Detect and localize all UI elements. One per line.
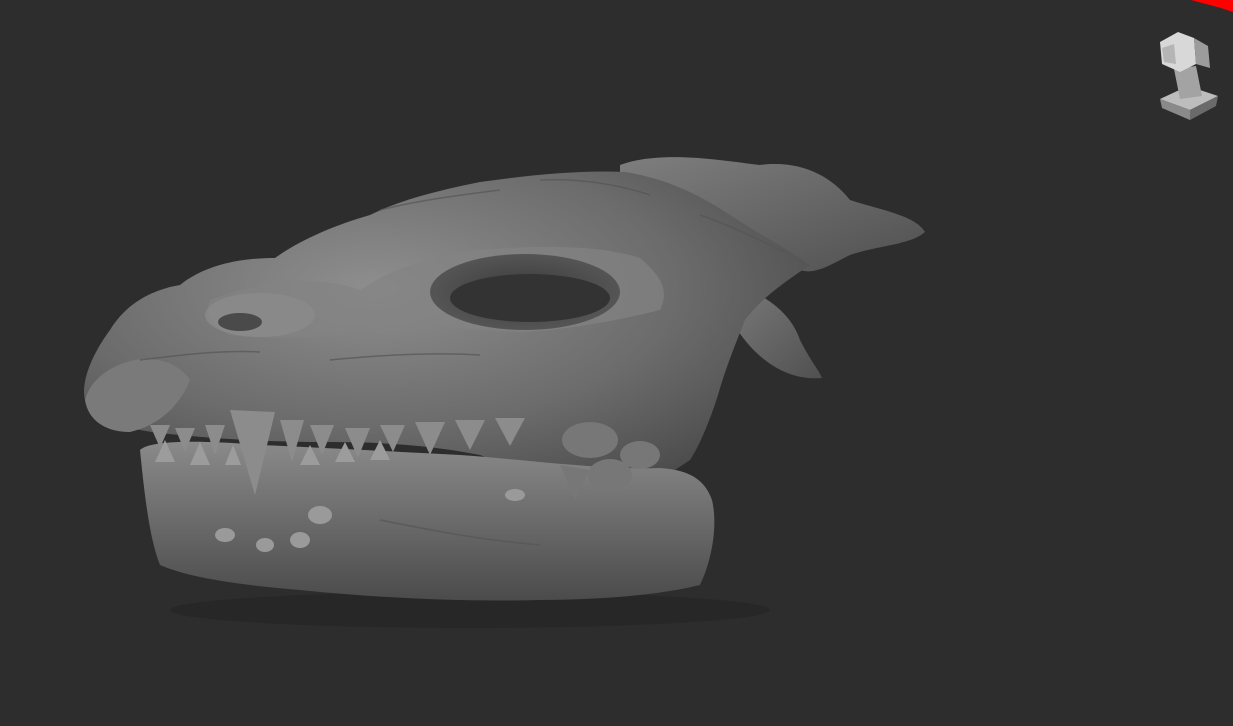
nostril-ridge — [205, 293, 315, 337]
red-corner-marker — [1191, 0, 1233, 12]
nostril-hole — [218, 313, 262, 331]
dragon-skull-model[interactable] — [0, 0, 1233, 726]
head-orientation-icon[interactable] — [1150, 24, 1226, 124]
3d-viewport[interactable] — [0, 0, 1233, 726]
gizmo-head-side — [1194, 38, 1210, 68]
eye-socket-inner — [450, 274, 610, 322]
